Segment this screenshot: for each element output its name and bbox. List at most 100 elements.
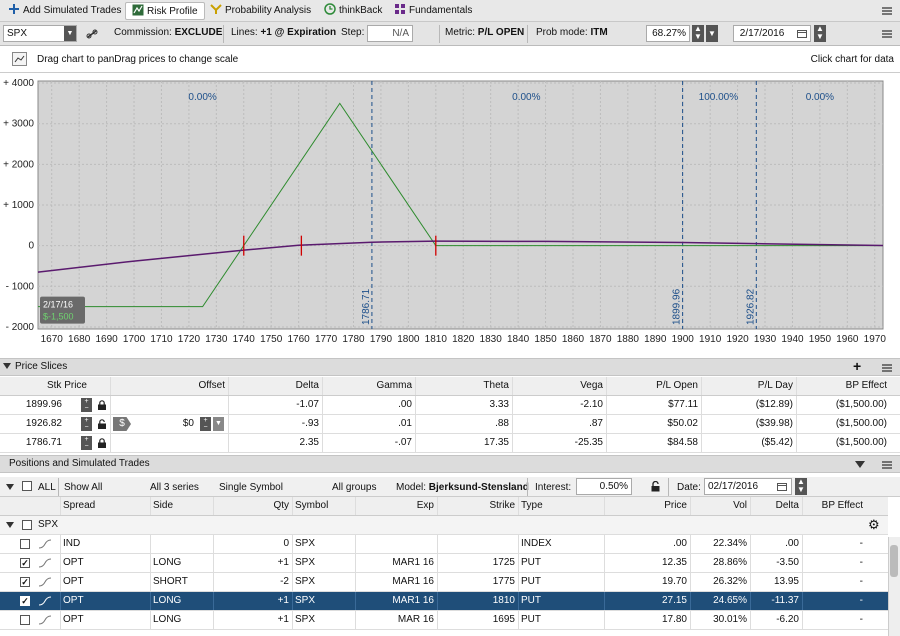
column-divider [60,611,61,629]
tab-thinkback[interactable]: thinkBack [318,2,388,20]
metric-control[interactable]: Metric: P/L OPEN [445,27,524,38]
symbol-selector[interactable]: SPX ▼ [3,25,77,42]
position-vol: 28.86% [713,557,747,568]
column-header: BP Effect [821,500,863,511]
add-slice-icon[interactable]: + [853,358,861,374]
offset-stepper[interactable]: + − [200,417,211,431]
expand-icon[interactable] [6,522,14,528]
lines-control[interactable]: Lines: +1 @ Expiration [231,27,336,38]
step-label: Step: [341,27,365,38]
link-icon[interactable] [86,29,98,39]
lock-icon[interactable] [98,438,106,448]
lock-icon[interactable] [98,400,106,410]
position-checkbox[interactable] [20,539,30,549]
risk-profile-chart[interactable]: + 4000 + 3000 + 2000 + 1000 0 - 1000 - 2000 167… [0,73,900,355]
groups-filter[interactable]: All groups [332,482,376,493]
interest-input[interactable]: 0.50% [576,478,632,495]
risk-profile-chart-svg[interactable]: + 4000 + 3000 + 2000 + 1000 0 - 1000 - 2000 167… [0,73,900,355]
position-delta: 13.95 [773,576,799,587]
position-group-row[interactable]: SPX ⚙ [0,516,888,535]
tab-fundamentals[interactable]: Fundamentals [388,2,478,20]
x-tick-label: 1810 [425,334,448,345]
x-tick-label: 1820 [452,334,475,345]
position-row[interactable]: ✓ OPT LONG +1 SPX MAR1 16 1725 PUT 12.35 28.86% -3… [0,554,888,573]
position-spread: OPT [63,557,84,568]
column-divider [292,554,293,572]
position-row[interactable]: ✓ OPT LONG +1 SPX MAR1 16 1810 PUT 27.15 24.65% -1… [0,592,888,611]
percent-stepper[interactable]: ▲ ▼ [692,25,704,42]
menu-icon[interactable] [882,7,892,15]
position-checkbox[interactable]: ✓ [20,596,30,606]
column-header: P/L Day [757,380,793,391]
unlock-icon[interactable] [98,419,106,429]
commission-control[interactable]: Commission: EXCLUDE [114,27,222,38]
positions-date-stepper[interactable]: ▲ ▼ [795,478,807,495]
position-type: INDEX [521,538,552,549]
column-header: Gamma [376,380,412,391]
price-stepper[interactable]: + − [81,398,92,412]
position-row[interactable]: OPT LONG +1 SPX MAR 16 1695 PUT 17.80 30.01% -6.2… [0,611,888,630]
scrollbar-thumb[interactable] [890,545,898,577]
calendar-icon[interactable] [797,29,807,38]
gear-icon[interactable]: ⚙ [868,517,880,533]
prob-mode-control[interactable]: Prob mode: ITM [536,27,608,38]
dollar-offset-icon[interactable]: $ [113,417,131,431]
position-delta: -3.50 [776,557,799,568]
price-slice-row[interactable]: 1899.96 + − -1.07 .00 3.33 -2.10 $77.11 ($12.89)… [0,396,900,415]
tab-probability-analysis[interactable]: Probability Analysis [204,2,317,20]
probability-zone-label: 0.00% [806,92,834,103]
price-stepper[interactable]: + − [81,417,92,431]
position-row[interactable]: IND 0 SPX INDEX .00 22.34% .00 - [0,535,888,554]
position-symbol: SPX [295,576,316,587]
menu-icon[interactable] [882,364,892,372]
position-exp: MAR1 16 [392,595,434,606]
position-symbol: SPX [295,595,316,606]
slice-delta: -1.07 [296,399,319,410]
expand-all-icon[interactable] [6,484,14,490]
x-tick-label: 1870 [589,334,612,345]
position-checkbox[interactable]: ✓ [20,558,30,568]
position-bp: - [859,576,863,587]
collapse-icon[interactable] [855,461,865,468]
calendar-icon[interactable] [777,482,787,491]
position-row[interactable]: ✓ OPT SHORT -2 SPX MAR1 16 1775 PUT 19.70 26.32% 1… [0,573,888,592]
x-tick-label: 1860 [562,334,585,345]
price-slices-header: Price Slices + [0,358,900,376]
show-filter[interactable]: Show All [64,482,102,493]
model-selector[interactable]: Model: Bjerksund-Stensland [396,482,529,493]
menu-icon[interactable] [882,30,892,38]
positions-title: Positions and Simulated Trades [9,458,150,469]
x-tick-label: 1680 [68,334,91,345]
series-filter[interactable]: All 3 series [150,482,199,493]
symbol-filter[interactable]: Single Symbol [219,482,283,493]
slice-plday: ($12.89) [755,399,793,410]
position-checkbox[interactable] [20,615,30,625]
x-tick-label: 1950 [809,334,832,345]
x-tick-label: 1710 [150,334,173,345]
unlock-icon[interactable] [651,481,660,492]
chart-tool-icon[interactable] [12,52,27,66]
menu-icon[interactable] [882,461,892,469]
slice-price: 1926.82 [25,418,62,429]
column-divider [518,554,519,572]
step-input[interactable]: N/A [367,25,413,42]
tab-risk-profile[interactable]: Risk Profile [125,2,205,20]
collapse-icon[interactable] [3,363,11,369]
group-checkbox[interactable] [22,520,32,530]
price-slice-row[interactable]: 1786.71 + − 2.35 -.07 17.35 -25.35 $84.58 ($5.42… [0,434,900,453]
positions-date-input[interactable]: 02/17/2016 [704,478,792,495]
date-input[interactable]: 2/17/2016 [733,25,811,42]
price-stepper[interactable]: + − [81,436,92,450]
probability-zone-label: 0.00% [188,92,216,103]
percent-dropdown[interactable]: ▼ [706,25,718,42]
offset-dropdown[interactable]: ▼ [213,417,224,431]
price-slice-row[interactable]: 1926.82 + − $ $0 + − ▼ -.93.01.88.87 $50.02 ($39.9… [0,415,900,434]
date-stepper[interactable]: ▲ ▼ [814,25,826,42]
select-all-checkbox[interactable] [22,481,32,491]
positions-table: Spread Side Qty Symbol Exp Strike Type Price Vol… [0,497,888,636]
column-header: Side [153,500,174,511]
probability-percent-input[interactable]: 68.27% [646,25,690,42]
position-checkbox[interactable]: ✓ [20,577,30,587]
position-spread: OPT [63,576,84,587]
tab-add-simulated-trades[interactable]: Add Simulated Trades [2,2,127,20]
